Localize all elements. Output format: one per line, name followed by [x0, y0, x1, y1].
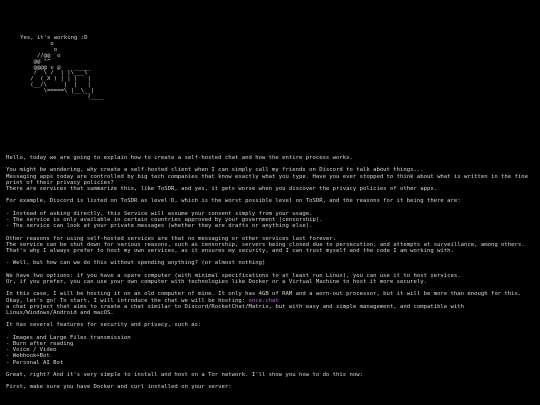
article-body: Hello, today we are going to explain how… — [6, 155, 534, 391]
page-content: Yes, it's working :D o o //@@ o @@ ^^ @@… — [6, 35, 534, 391]
article-line: First, make sure you have Docker and cur… — [6, 384, 232, 391]
article-line: Messaging apps today are controlled by b… — [6, 173, 532, 186]
article-line: a chat project that aims to create a cha… — [6, 303, 468, 316]
link-line-prefix: Okay, let's go! To start, I will introdu… — [6, 297, 249, 304]
ascii-art: Yes, it's working :D o o //@@ o @@ ^^ @@… — [20, 35, 105, 101]
article-line: For example, Discord is listed on ToSDR … — [6, 198, 461, 205]
once-chat-link[interactable]: once.chat — [248, 298, 278, 304]
ascii-art-banner: Yes, it's working :D o o //@@ o @@ ^^ @@… — [10, 35, 534, 101]
